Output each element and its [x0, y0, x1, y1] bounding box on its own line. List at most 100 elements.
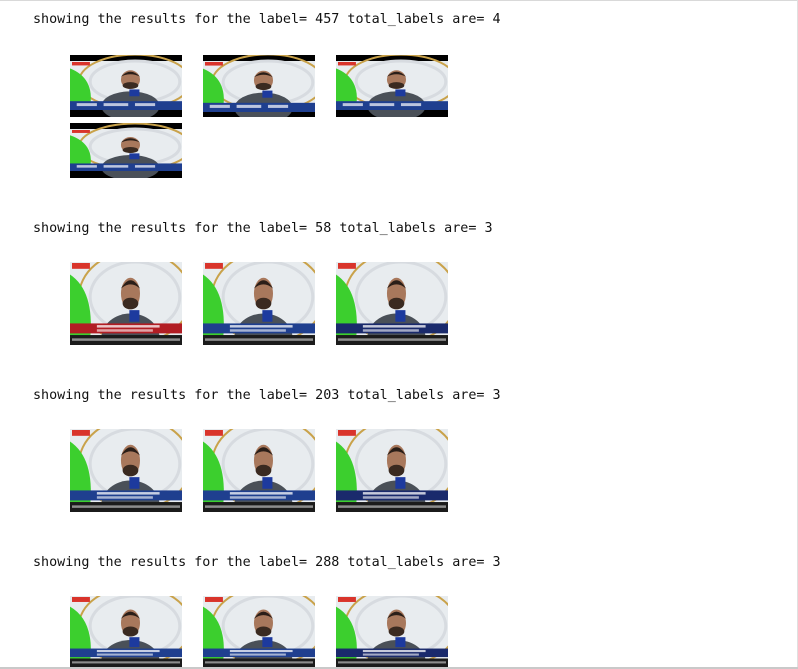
- result-heading-label-457: showing the results for the label= 457 t…: [33, 12, 501, 27]
- lower-third-banner: [70, 323, 182, 334]
- person-beard: [388, 464, 405, 477]
- channel-logo: [72, 62, 90, 66]
- video-frame-image: [70, 262, 182, 345]
- lower-third-text-line: [229, 653, 286, 656]
- result-thumbnail: [336, 429, 448, 512]
- lower-third-text-line: [369, 103, 395, 107]
- person-beard: [122, 297, 139, 310]
- lower-third-banner: [203, 323, 315, 334]
- lower-third-text-line: [229, 492, 293, 495]
- result-thumbnail: [70, 596, 182, 667]
- microphone-flag: [262, 310, 273, 322]
- result-thumbnail: [70, 262, 182, 345]
- video-frame-image: [336, 55, 448, 117]
- ticker-text-line: [205, 338, 313, 341]
- video-frame-image: [70, 123, 182, 178]
- lower-third-banner: [70, 648, 182, 658]
- ticker-text-line: [72, 338, 180, 341]
- channel-logo: [72, 430, 90, 436]
- result-thumbnail: [70, 55, 182, 117]
- video-frame-image: [336, 596, 448, 667]
- person-beard: [388, 82, 405, 89]
- lower-third-text-line: [362, 329, 419, 332]
- result-thumbnail: [70, 429, 182, 512]
- ticker-text-line: [338, 338, 446, 341]
- result-thumbnail: [203, 596, 315, 667]
- lower-third-banner: [203, 648, 315, 658]
- channel-logo: [338, 597, 356, 602]
- ticker-text-line: [205, 505, 313, 508]
- lower-third-text-line: [103, 165, 129, 168]
- result-heading-label-203: showing the results for the label= 203 t…: [33, 388, 501, 403]
- video-frame-image: [203, 55, 315, 117]
- ticker-text-line: [338, 661, 446, 664]
- lower-third-text-line: [229, 329, 286, 332]
- lower-third-banner: [336, 490, 448, 501]
- channel-logo: [338, 430, 356, 436]
- microphone-flag: [129, 153, 140, 160]
- lower-third-text-line: [229, 325, 293, 328]
- person-beard: [255, 464, 272, 477]
- lower-third-text-line: [76, 103, 97, 107]
- video-frame-image: [70, 55, 182, 117]
- person-beard: [122, 626, 139, 637]
- lower-third-text-line: [362, 649, 426, 653]
- lower-third-text-line: [209, 104, 230, 108]
- person-beard: [388, 297, 405, 310]
- output-top-border: [0, 0, 798, 1]
- channel-logo: [205, 263, 223, 269]
- lower-third-text-line: [96, 653, 153, 656]
- lower-third-text-line: [236, 104, 262, 108]
- microphone-flag: [395, 637, 406, 648]
- lower-third-text-line: [96, 325, 160, 328]
- lower-third-banner: [70, 490, 182, 501]
- channel-logo: [72, 597, 90, 602]
- lower-third-text-line: [96, 329, 153, 332]
- video-frame-image: [203, 429, 315, 512]
- result-thumbnail: [203, 429, 315, 512]
- lower-third-text-line: [362, 325, 426, 328]
- video-frame-image: [203, 262, 315, 345]
- microphone-flag: [129, 477, 140, 489]
- lower-third-text-line: [229, 496, 286, 499]
- person-beard: [122, 147, 139, 153]
- microphone-flag: [262, 90, 273, 98]
- result-thumbnail: [336, 262, 448, 345]
- microphone-flag: [395, 310, 406, 322]
- channel-logo: [72, 263, 90, 269]
- lower-third-text-line: [229, 649, 293, 653]
- result-thumbnail: [203, 262, 315, 345]
- lower-third-text-line: [96, 649, 160, 653]
- ticker-text-line: [72, 661, 180, 664]
- microphone-flag: [395, 477, 406, 489]
- lower-third-text-line: [96, 496, 153, 499]
- video-frame-image: [70, 429, 182, 512]
- person-beard: [122, 464, 139, 477]
- microphone-flag: [129, 310, 140, 322]
- lower-third-text-line: [362, 653, 419, 656]
- channel-logo: [205, 62, 223, 66]
- lower-third-text-line: [134, 165, 156, 168]
- channel-logo: [338, 263, 356, 269]
- lower-third-text-line: [342, 103, 363, 107]
- person-beard: [255, 297, 272, 310]
- lower-third-text-line: [103, 103, 129, 107]
- result-heading-label-288: showing the results for the label= 288 t…: [33, 555, 501, 570]
- lower-third-text-line: [134, 103, 156, 107]
- lower-third-text-line: [400, 103, 422, 107]
- microphone-flag: [129, 89, 140, 97]
- video-frame-image: [203, 596, 315, 667]
- result-thumbnail: [336, 596, 448, 667]
- channel-logo: [72, 130, 90, 133]
- person-beard: [255, 82, 272, 91]
- result-thumbnail: [336, 55, 448, 117]
- microphone-flag: [129, 637, 140, 648]
- channel-logo: [338, 62, 356, 66]
- microphone-flag: [262, 637, 273, 648]
- person-beard: [122, 82, 139, 89]
- ticker-text-line: [205, 661, 313, 664]
- person-beard: [388, 626, 405, 637]
- lower-third-text-line: [267, 104, 289, 108]
- microphone-flag: [262, 477, 273, 489]
- microphone-flag: [395, 89, 406, 97]
